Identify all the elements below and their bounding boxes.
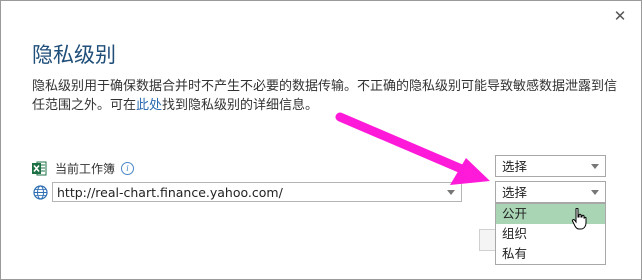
option-organizational[interactable]: 组织 <box>496 224 605 244</box>
mouse-pointer-icon <box>571 207 587 230</box>
privacy-levels-dialog: ✕ 隐私级别 隐私级别用于确保数据合并时不产生不必要的数据传输。不正确的隐私级别… <box>0 0 642 280</box>
dialog-description: 隐私级别用于确保数据合并时不产生不必要的数据传输。不正确的隐私级别可能导致敏感数… <box>32 77 622 115</box>
globe-icon <box>33 185 48 200</box>
option-private[interactable]: 私有 <box>496 244 605 264</box>
current-workbook-label: 当前工作簿 <box>55 161 116 176</box>
info-icon[interactable]: i <box>121 161 135 175</box>
privacy-level-dropdown: 公开 组织 私有 <box>495 203 606 265</box>
source-url-value: http://real-chart.finance.yahoo.com/ <box>57 185 283 200</box>
source-privacy-select[interactable]: 选择 <box>495 181 606 203</box>
source-url-field[interactable]: http://real-chart.finance.yahoo.com/ <box>52 182 462 202</box>
details-link[interactable]: 此处 <box>136 98 162 113</box>
excel-icon <box>32 161 47 176</box>
chevron-down-icon <box>591 190 599 195</box>
dialog-title: 隐私级别 <box>32 43 116 67</box>
source-privacy-select-value: 选择 <box>502 185 528 200</box>
description-text-2: 找到隐私级别的详细信息。 <box>162 98 319 113</box>
workbook-privacy-select-value: 选择 <box>502 159 528 174</box>
option-public[interactable]: 公开 <box>496 204 605 224</box>
workbook-privacy-select[interactable]: 选择 <box>495 155 606 177</box>
chevron-down-icon[interactable] <box>447 190 455 195</box>
partially-hidden-button[interactable] <box>479 229 496 251</box>
chevron-down-icon <box>591 164 599 169</box>
close-button[interactable]: ✕ <box>611 7 629 25</box>
current-workbook-row: 当前工作簿 i <box>32 158 135 178</box>
description-text-1: 隐私级别用于确保数据合并时不产生不必要的数据传输。不正确的隐私级别可能导致敏感数… <box>32 79 618 113</box>
